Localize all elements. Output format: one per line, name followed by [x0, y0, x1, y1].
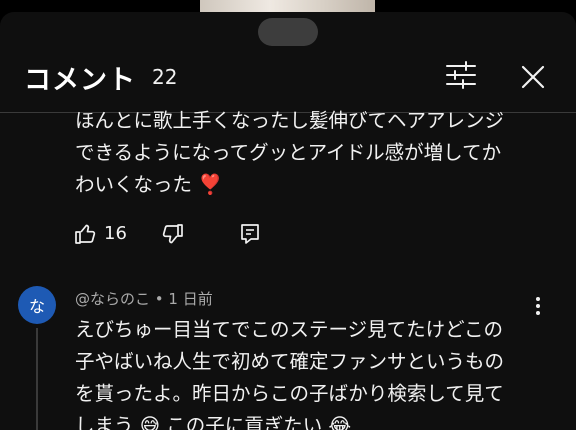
like-count: 16 [104, 223, 127, 244]
comment-author[interactable]: @ならのこ [75, 290, 150, 308]
video-thumbnail [200, 0, 375, 12]
comment-meta: @ならのこ • 1 日前 [75, 288, 213, 309]
comments-header: コメント 22 [0, 52, 576, 112]
thread-line [36, 328, 38, 430]
meta-separator: • [154, 290, 169, 308]
comment-count: 22 [152, 65, 178, 89]
comment-actions: 16 [74, 220, 294, 248]
comment-text: ほんとに歌上手くなったし髪伸びてヘアアレンジ できるようになってグッとアイドル感… [75, 109, 505, 196]
thumbs-down-icon[interactable] [160, 222, 184, 246]
avatar-letter: な [28, 297, 45, 316]
avatar[interactable]: な [18, 286, 56, 324]
close-icon[interactable] [518, 62, 548, 92]
drag-handle[interactable] [258, 18, 318, 46]
thumbs-up-icon[interactable] [74, 222, 98, 246]
comments-panel: コメント 22 ほんとに歌上手くなったし髪伸びてヘアアレンジ できるようになって… [0, 12, 576, 430]
sliders-icon[interactable] [444, 60, 478, 90]
reply-icon[interactable] [238, 222, 262, 246]
comment-text: えびちゅー目当てでこのステージ見てたけどこの 子やばいね人生で初めて確定ファンサ… [75, 318, 505, 430]
panel-title: コメント [24, 65, 136, 96]
comment-time: 1 日前 [168, 290, 213, 308]
